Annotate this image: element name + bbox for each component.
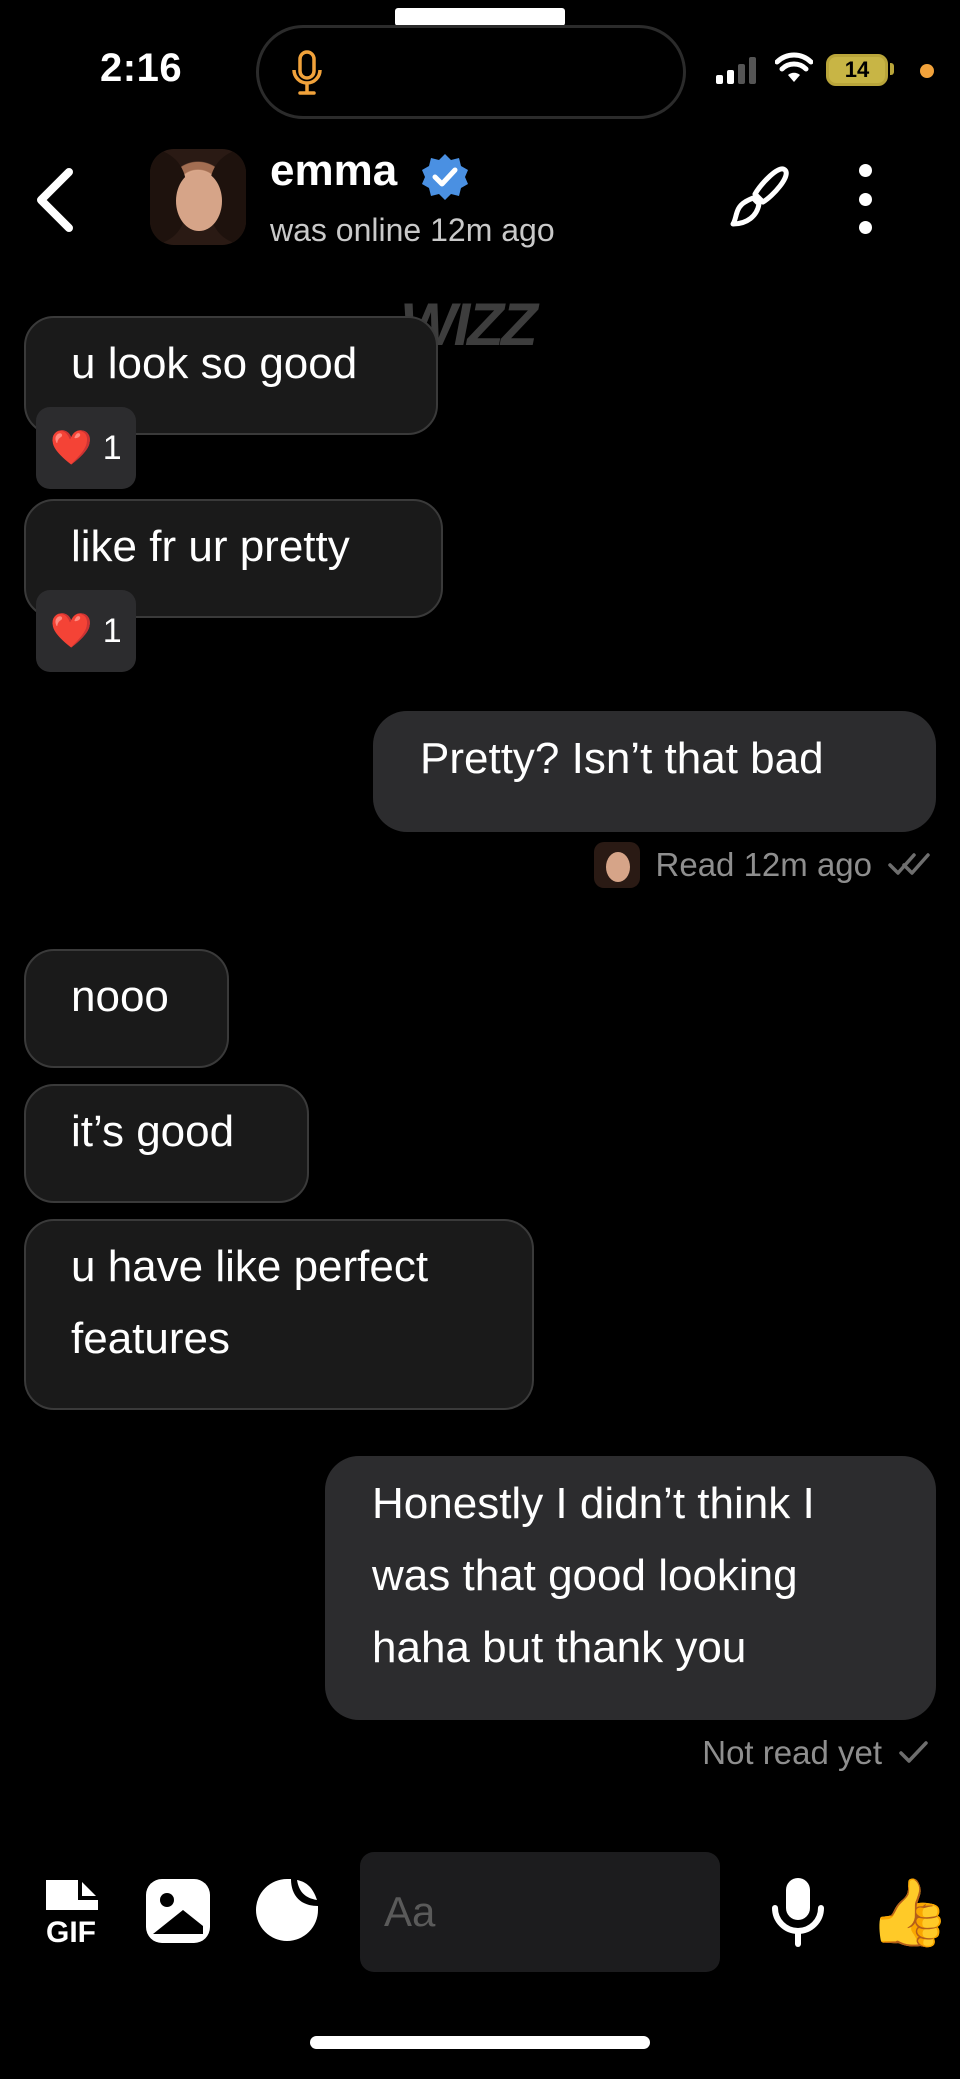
chat-header: emma was online 12m ago bbox=[0, 140, 960, 260]
battery-icon: 14 bbox=[826, 54, 888, 86]
message-reaction[interactable]: ❤️ 1 bbox=[36, 590, 136, 672]
cellular-signal-icon bbox=[716, 56, 756, 84]
photo-icon[interactable] bbox=[143, 1876, 213, 1946]
dynamic-island[interactable] bbox=[256, 25, 686, 119]
chevron-left-icon bbox=[37, 168, 73, 232]
message-input[interactable] bbox=[360, 1852, 720, 1972]
paint-brush-icon[interactable] bbox=[725, 162, 795, 232]
contact-name[interactable]: emma bbox=[270, 146, 397, 196]
status-bar: 2:16 14 bbox=[0, 0, 960, 140]
message-text: u have like perfect features bbox=[71, 1242, 429, 1363]
gif-icon[interactable]: GIF bbox=[40, 1876, 102, 1946]
back-button[interactable] bbox=[20, 160, 90, 240]
message-bubble-incoming[interactable]: it’s good bbox=[24, 1084, 309, 1203]
battery-cap bbox=[890, 63, 894, 75]
message-bubble-incoming[interactable]: nooo bbox=[24, 949, 229, 1068]
message-text: nooo bbox=[71, 972, 169, 1021]
heart-reaction-icon: ❤️ bbox=[50, 429, 93, 467]
read-receipt: Read 12m ago bbox=[593, 842, 934, 888]
delivery-status: Not read yet bbox=[702, 1734, 930, 1772]
message-bubble-outgoing[interactable]: Pretty? Isn’t that bad bbox=[373, 711, 936, 832]
delivery-status-text: Not read yet bbox=[702, 1734, 882, 1771]
gif-label: GIF bbox=[46, 1916, 96, 1946]
single-check-icon bbox=[899, 1741, 928, 1763]
app-indicator-tab bbox=[395, 8, 565, 26]
message-composer: GIF 👍 bbox=[0, 1850, 960, 1974]
microphone-active-icon bbox=[292, 50, 322, 95]
message-text: Pretty? Isn’t that bad bbox=[420, 734, 824, 783]
reader-avatar bbox=[593, 842, 640, 888]
sticker-icon[interactable] bbox=[253, 1876, 321, 1944]
contact-online-status: was online 12m ago bbox=[270, 212, 555, 248]
message-text: Honestly I didn’t think I was that good … bbox=[372, 1479, 815, 1672]
double-check-icon bbox=[888, 853, 930, 875]
heart-reaction-icon: ❤️ bbox=[50, 612, 93, 650]
home-indicator[interactable] bbox=[310, 2036, 650, 2049]
thumbs-up-button[interactable]: 👍 bbox=[868, 1870, 950, 1954]
message-text: it’s good bbox=[71, 1107, 235, 1156]
reaction-count: 1 bbox=[102, 428, 122, 467]
verified-badge-icon bbox=[422, 154, 468, 200]
message-text: like fr ur pretty bbox=[71, 522, 350, 571]
read-receipt-text: Read 12m ago bbox=[655, 846, 872, 883]
contact-avatar[interactable] bbox=[150, 149, 246, 245]
reaction-count: 1 bbox=[102, 611, 122, 650]
microphone-icon[interactable] bbox=[770, 1876, 826, 1948]
message-reaction[interactable]: ❤️ 1 bbox=[36, 407, 136, 489]
thumbs-up-icon: 👍 bbox=[868, 1875, 951, 1949]
mic-in-use-dot bbox=[920, 64, 934, 78]
message-bubble-outgoing[interactable]: Honestly I didn’t think I was that good … bbox=[325, 1456, 936, 1720]
wifi-icon bbox=[775, 52, 813, 82]
status-time: 2:16 bbox=[100, 46, 183, 90]
more-options-icon[interactable] bbox=[840, 164, 890, 234]
message-text: u look so good bbox=[71, 339, 358, 388]
message-bubble-incoming[interactable]: u have like perfect features bbox=[24, 1219, 534, 1410]
